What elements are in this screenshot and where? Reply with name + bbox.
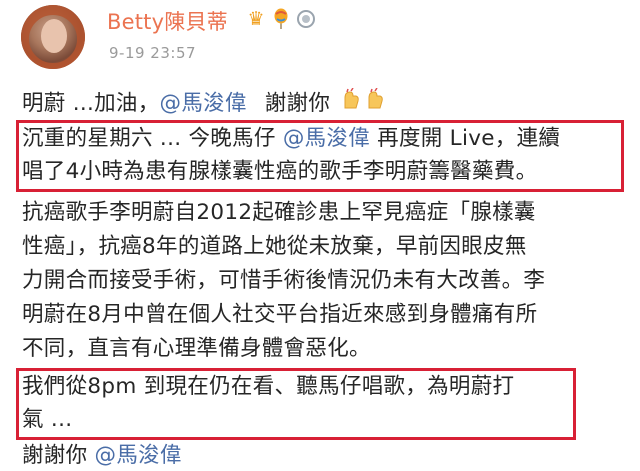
post-timestamp[interactable]: 9-19 23:57 xyxy=(109,44,196,62)
box1-text: 沉重的星期六 ... 今晚馬仔 xyxy=(22,126,283,151)
box1-line-a: 沉重的星期六 ... 今晚馬仔 @馬浚偉 再度開 Live，連續 xyxy=(22,124,560,154)
line1-thanks: 謝謝你 xyxy=(264,91,331,116)
author-badges: ♛ xyxy=(245,8,317,30)
crown-badge-icon[interactable]: ♛ xyxy=(245,8,267,30)
balloon-badge-icon[interactable] xyxy=(270,8,292,30)
post-line-1: 明蔚 ...加油，@馬浚偉 謝謝你 xyxy=(22,87,385,119)
body-line: 性癌」，抗癌8年的道路上她從未放棄，早前因眼皮無 xyxy=(22,234,527,259)
box2-line-a: 我們從8pm 到現在仍在看、聽馬仔唱歌，為明蔚打 xyxy=(22,374,515,399)
body-line: 力開合而接受手術，可惜手術後情況仍未有大改善。李 xyxy=(22,268,546,293)
line1-text: 明蔚 ...加油， xyxy=(22,91,160,116)
body-line: 抗癌歌手李明蔚自2012起確診患上罕見癌症「腺樣囊 xyxy=(22,200,536,225)
box1-text-suffix: 再度開 Live，連續 xyxy=(370,126,561,151)
medal-badge-icon[interactable] xyxy=(295,8,317,30)
avatar-face xyxy=(41,19,67,53)
mention-link[interactable]: @馬浚偉 xyxy=(160,91,247,116)
muscle-emoji-icon xyxy=(341,87,361,119)
mention-link[interactable]: @馬浚偉 xyxy=(283,126,370,151)
post-last-line: 謝謝你 @馬浚偉 xyxy=(22,441,182,471)
author-name[interactable]: Betty陳貝蒂 xyxy=(107,6,228,36)
author-avatar[interactable] xyxy=(21,5,85,69)
box1-line-b: 唱了4小時為患有腺樣囊性癌的歌手李明蔚籌醫藥費。 xyxy=(22,159,538,184)
body-line: 不同，直言有心理準備身體會惡化。 xyxy=(22,336,371,361)
last-line-text: 謝謝你 xyxy=(22,443,95,468)
mention-link[interactable]: @馬浚偉 xyxy=(95,443,182,468)
box2-line-b: 氣 ... xyxy=(22,407,73,432)
muscle-emoji-icon xyxy=(365,87,385,119)
body-line: 明蔚在8月中曾在個人社交平台指近來感到身體痛有所 xyxy=(22,302,538,327)
weibo-post: Betty陳貝蒂 ♛ 9-19 23:57 明蔚 ...加油，@馬浚偉謝謝你 xyxy=(0,0,640,471)
